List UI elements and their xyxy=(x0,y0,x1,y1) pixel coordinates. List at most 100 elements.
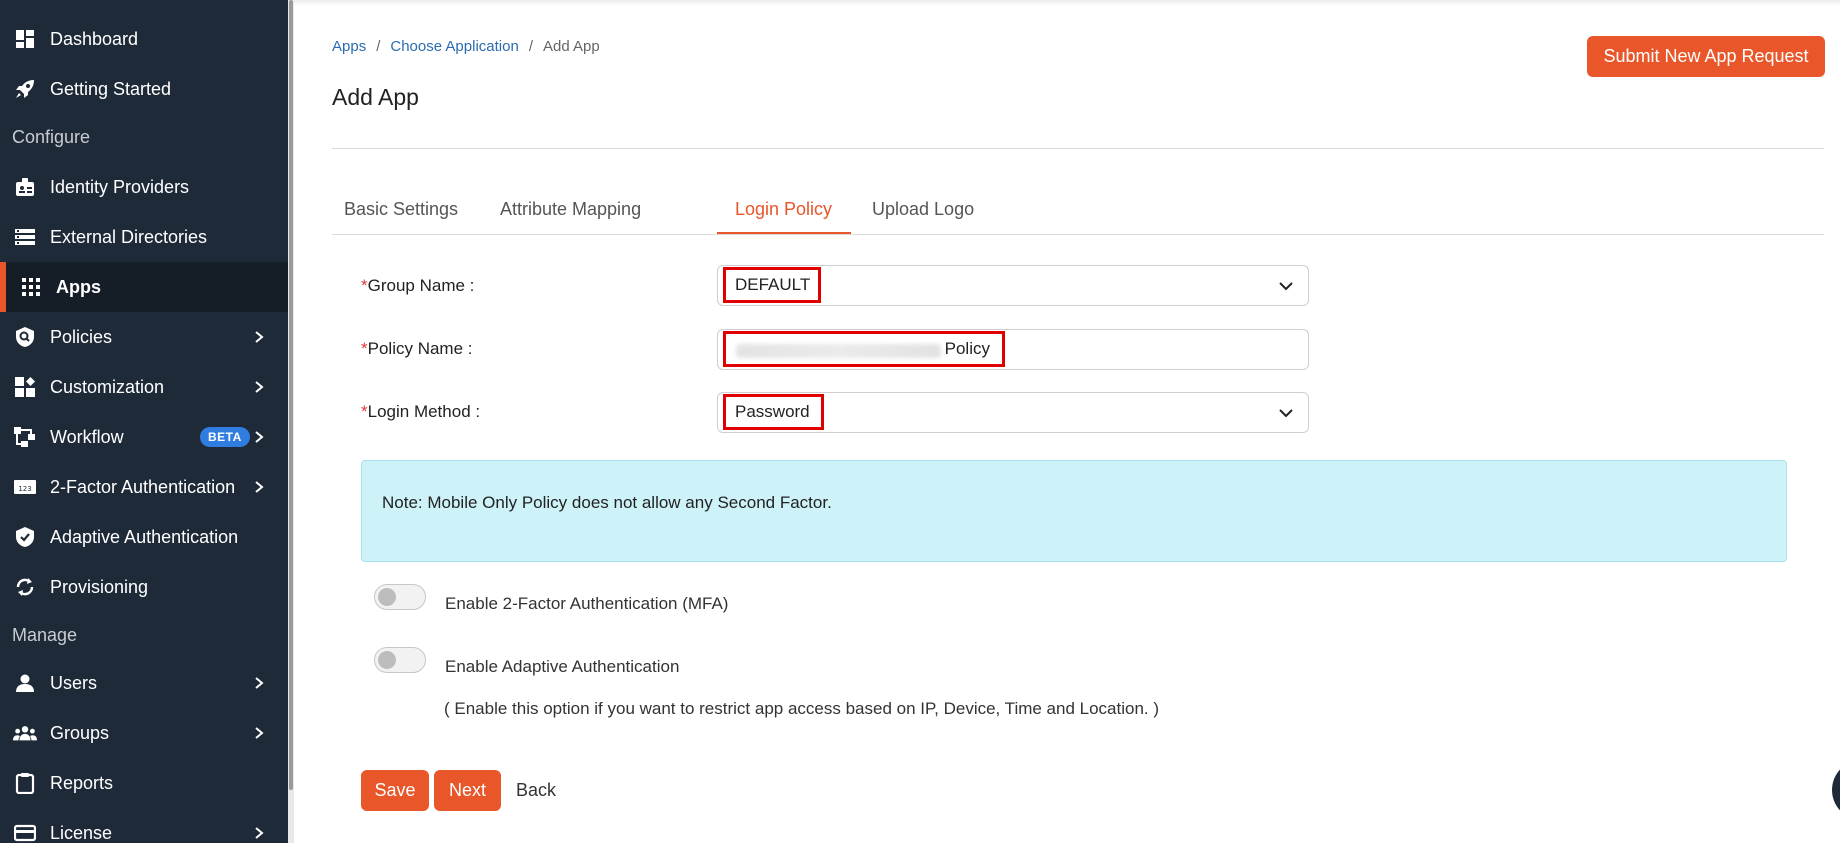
sidebar-item-reports[interactable]: Reports xyxy=(0,758,288,808)
sidebar: Dashboard Getting Started Configure Iden… xyxy=(0,0,288,843)
breadcrumb-separator: / xyxy=(528,38,533,55)
chevron-down-icon xyxy=(1279,409,1293,418)
sidebar-item-label: Provisioning xyxy=(50,576,149,597)
back-button[interactable]: Back xyxy=(510,770,562,811)
chevron-right-icon xyxy=(255,677,264,689)
adaptive-auth-toggle-label: Enable Adaptive Authentication xyxy=(445,657,680,676)
policy-name-input[interactable]: Policy xyxy=(717,329,1309,370)
mfa-toggle-label: Enable 2-Factor Authentication (MFA) xyxy=(445,594,729,613)
login-method-value: Password xyxy=(723,394,824,430)
sidebar-item-identity-providers[interactable]: Identity Providers xyxy=(0,162,288,212)
sidebar-item-label: Adaptive Authentication xyxy=(50,526,239,547)
customization-icon xyxy=(13,375,37,399)
sidebar-item-label: Apps xyxy=(56,276,101,297)
sidebar-item-provisioning[interactable]: Provisioning xyxy=(0,562,288,612)
sidebar-item-label: Dashboard xyxy=(50,28,139,49)
tab-login-policy[interactable]: Login Policy xyxy=(735,190,832,235)
sidebar-item-users[interactable]: Users xyxy=(0,658,288,708)
sidebar-item-license[interactable]: License xyxy=(0,808,288,843)
dashboard-icon xyxy=(13,27,37,51)
sidebar-item-external-directories[interactable]: External Directories xyxy=(0,212,288,262)
note-text: Note: Mobile Only Policy does not allow … xyxy=(382,493,832,512)
adaptive-auth-hint: ( Enable this option if you want to rest… xyxy=(444,699,1160,718)
sidebar-item-policies[interactable]: Policies xyxy=(0,312,288,362)
toggle-knob xyxy=(378,588,396,606)
active-indicator xyxy=(0,262,6,312)
sidebar-item-label: Workflow xyxy=(50,426,124,447)
mfa-toggle[interactable] xyxy=(374,584,426,610)
id-badge-icon xyxy=(13,175,37,199)
directory-list-icon xyxy=(13,225,37,249)
policy-name-label: *Policy Name : xyxy=(361,339,473,359)
sidebar-item-dashboard[interactable]: Dashboard xyxy=(0,14,288,64)
sidebar-item-2fa[interactable]: 123 2-Factor Authentication xyxy=(0,462,288,512)
sidebar-item-getting-started[interactable]: Getting Started xyxy=(0,64,288,114)
tab-upload-logo[interactable]: Upload Logo xyxy=(872,190,974,235)
chevron-down-icon xyxy=(1279,282,1293,291)
group-name-label-text: Group Name : xyxy=(367,276,475,295)
breadcrumb-current: Add App xyxy=(542,38,600,55)
policy-name-value: Policy xyxy=(944,339,990,358)
divider xyxy=(332,148,1824,149)
sidebar-item-label: 2-Factor Authentication xyxy=(50,476,236,497)
sidebar-item-label: Groups xyxy=(50,722,110,743)
breadcrumb: Apps / Choose Application / Add App xyxy=(332,38,600,55)
tabs-divider xyxy=(332,234,1824,235)
login-method-select[interactable]: Password xyxy=(717,392,1309,433)
chevron-right-icon xyxy=(255,481,264,493)
page-title: Add App xyxy=(332,84,419,110)
sidebar-item-adaptive-auth[interactable]: Adaptive Authentication xyxy=(0,512,288,562)
tab-bar: Basic Settings Attribute Mapping Login P… xyxy=(332,190,1824,235)
sidebar-item-groups[interactable]: Groups xyxy=(0,708,288,758)
sidebar-item-label: Customization xyxy=(50,376,165,397)
next-button[interactable]: Next xyxy=(434,770,501,811)
redacted-text xyxy=(736,344,941,358)
submit-new-app-request-button[interactable]: Submit New App Request xyxy=(1587,36,1825,77)
group-name-select[interactable]: DEFAULT xyxy=(717,265,1309,306)
adaptive-auth-toggle[interactable] xyxy=(374,647,426,673)
two-factor-icon: 123 xyxy=(13,475,37,499)
required-asterisk: * xyxy=(361,339,368,358)
sidebar-item-label: Reports xyxy=(50,772,114,793)
sidebar-item-label: External Directories xyxy=(50,226,208,247)
breadcrumb-apps-link[interactable]: Apps xyxy=(332,38,366,55)
sidebar-item-workflow[interactable]: Workflow BETA xyxy=(0,412,288,462)
workflow-icon xyxy=(13,425,37,449)
tab-basic-settings[interactable]: Basic Settings xyxy=(344,190,458,235)
required-asterisk: * xyxy=(361,402,368,421)
main-content: Apps / Choose Application / Add App Add App … xyxy=(294,0,1840,843)
group-name-label: *Group Name : xyxy=(361,276,474,296)
required-asterisk: * xyxy=(361,276,368,295)
breadcrumb-choose-application-link[interactable]: Choose Application xyxy=(390,38,518,55)
policy-shield-icon xyxy=(13,325,37,349)
svg-text:123: 123 xyxy=(18,485,31,493)
policy-name-value-highlight: Policy xyxy=(723,331,1005,367)
sidebar-section-manage: Manage xyxy=(12,625,78,645)
chevron-right-icon xyxy=(255,331,264,343)
chevron-right-icon xyxy=(255,727,264,739)
chevron-right-icon xyxy=(255,431,264,443)
sidebar-section-configure: Configure xyxy=(12,127,91,147)
save-button[interactable]: Save xyxy=(361,770,429,811)
rocket-icon xyxy=(13,77,37,101)
apps-grid-icon xyxy=(19,275,43,299)
toggle-knob xyxy=(378,651,396,669)
tab-attribute-mapping[interactable]: Attribute Mapping xyxy=(500,190,641,235)
login-method-label: *Login Method : xyxy=(361,402,480,422)
group-name-value: DEFAULT xyxy=(723,267,821,303)
license-card-icon xyxy=(13,821,37,843)
sidebar-item-label: Getting Started xyxy=(50,78,172,99)
clipboard-icon xyxy=(13,771,37,795)
chevron-right-icon xyxy=(255,827,264,839)
sync-icon xyxy=(13,575,37,599)
shield-check-icon xyxy=(13,525,37,549)
sidebar-item-customization[interactable]: Customization xyxy=(0,362,288,412)
sidebar-item-label: License xyxy=(50,822,113,843)
sidebar-item-label: Identity Providers xyxy=(50,176,190,197)
sidebar-item-apps[interactable]: Apps xyxy=(0,262,288,312)
login-method-label-text: Login Method : xyxy=(367,402,481,421)
sidebar-scrollbar-thumb[interactable] xyxy=(289,0,293,790)
beta-badge: BETA xyxy=(200,427,250,447)
user-icon xyxy=(13,671,37,695)
groups-icon xyxy=(13,721,37,745)
